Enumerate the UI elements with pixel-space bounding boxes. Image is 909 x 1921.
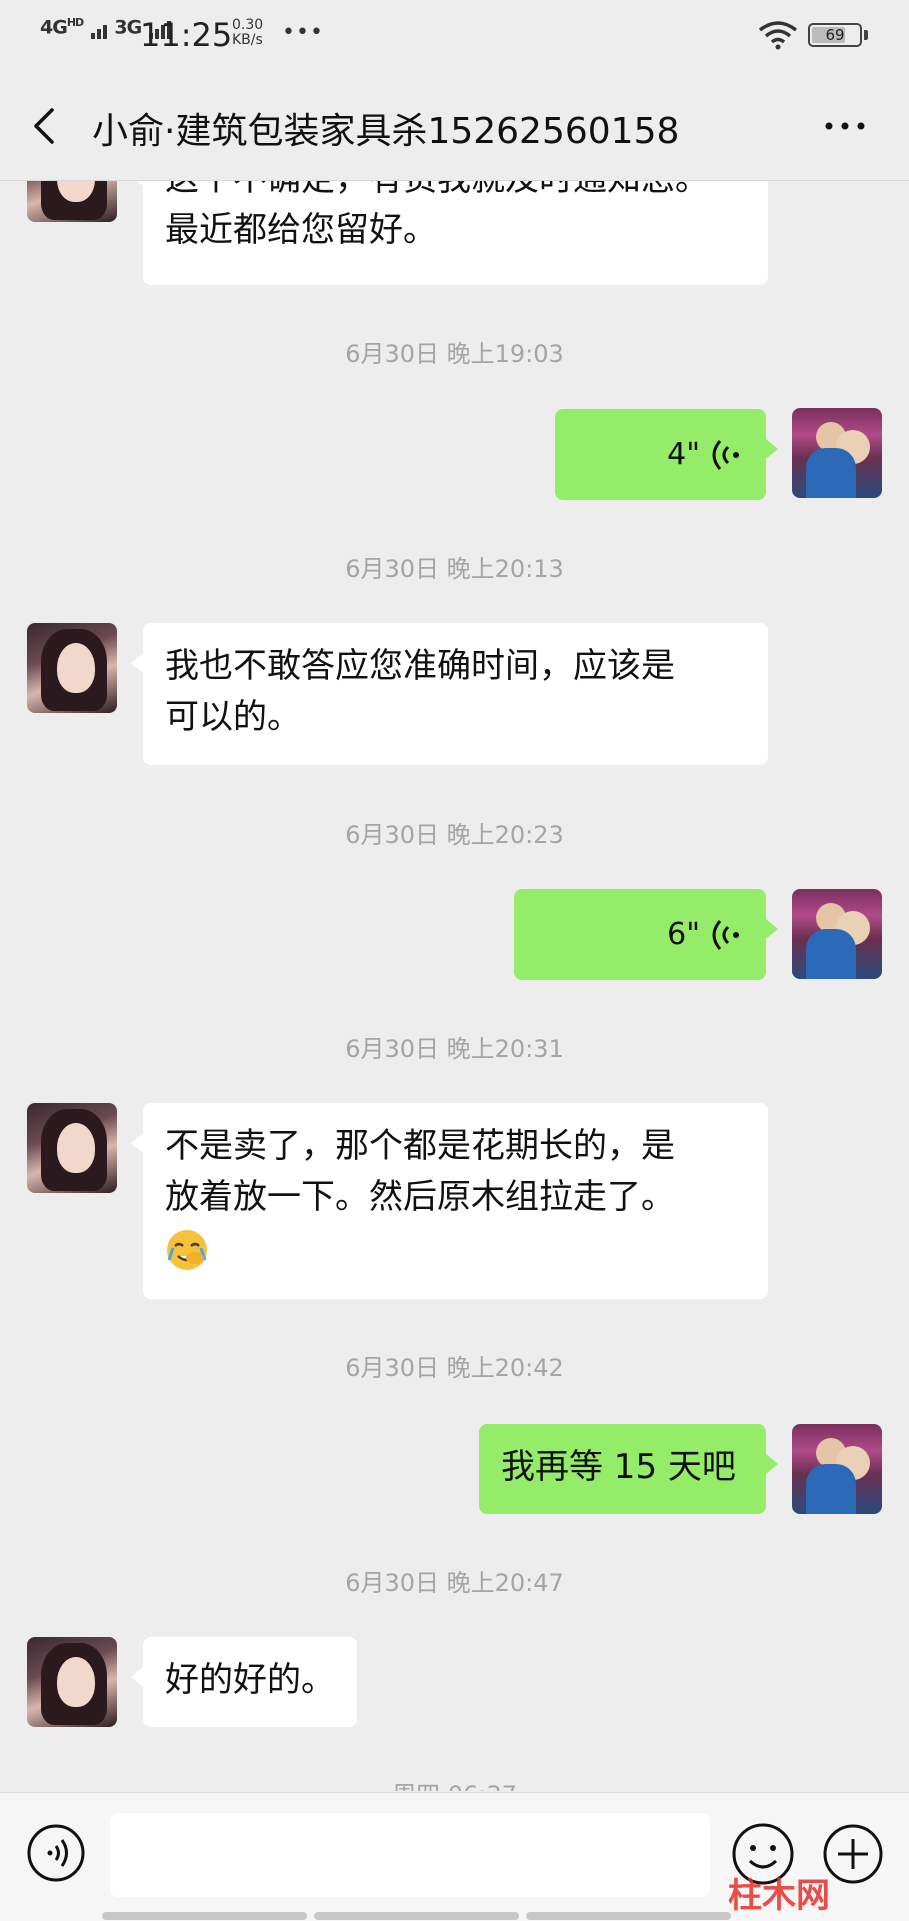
clock: 11:25 <box>140 16 233 54</box>
message-line: 不是卖了，那个都是花期长的，是 <box>165 1126 675 1166</box>
timestamp: 6月30日 晚上19:03 <box>345 340 564 368</box>
network-3g: 3G <box>114 16 142 39</box>
notification-dots: ••• <box>282 20 324 45</box>
chat-header: 小俞·建筑包装家具杀15262560158 <box>0 72 909 181</box>
my-avatar[interactable] <box>792 1424 882 1514</box>
nav-indicator <box>102 1912 307 1920</box>
voice-input-icon[interactable] <box>26 1823 86 1883</box>
timestamp: 6月30日 晚上20:31 <box>345 1035 564 1063</box>
facepalm-cry-emoji-icon <box>167 1229 207 1270</box>
battery-tip <box>864 30 868 40</box>
message-line: 我也不敢答应您准确时间，应该是 <box>165 646 675 686</box>
message-line: 最近都给您留好。 <box>165 210 437 250</box>
message-bubble[interactable]: 我再等 15 天吧 <box>479 1424 778 1514</box>
message-line: 放着放一下。然后原木组拉走了。 <box>165 1177 675 1217</box>
plus-icon[interactable] <box>822 1823 884 1885</box>
nav-indicator <box>314 1912 519 1920</box>
voice-message[interactable]: 6" <box>514 889 778 980</box>
voice-duration: 6" <box>667 917 700 952</box>
speed-unit: KB/s <box>232 32 263 48</box>
contact-avatar[interactable] <box>27 623 117 713</box>
nav-indicator <box>526 1912 731 1920</box>
message-bubble[interactable]: 这个不确定，有货我就及时通知您。 最近都给您留好。 <box>131 181 768 285</box>
my-avatar[interactable] <box>792 408 882 498</box>
timestamp: 6月30日 晚上20:13 <box>345 555 564 583</box>
more-dots-icon[interactable] <box>820 102 870 150</box>
network-speed: 0.30 KB/s <box>232 18 263 48</box>
signal-bars-icon <box>90 17 109 39</box>
battery-level: 69 <box>825 26 845 44</box>
speed-value: 0.30 <box>232 17 264 33</box>
wifi-icon <box>758 21 798 50</box>
network-hd: HD <box>66 16 84 29</box>
message-bubble[interactable]: 我也不敢答应您准确时间，应该是 可以的。 <box>131 623 768 765</box>
timestamp: 6月30日 晚上20:47 <box>345 1569 564 1597</box>
message-bubble[interactable]: 不是卖了，那个都是花期长的，是 放着放一下。然后原木组拉走了。 <box>131 1103 768 1299</box>
battery-icon: 69 <box>808 23 862 47</box>
message-line: 我再等 15 天吧 <box>501 1447 736 1487</box>
network-4g: 4G <box>40 16 68 39</box>
watermark: 柱木网 <box>728 1877 830 1915</box>
message-line: 可以的。 <box>165 697 301 737</box>
message-line: 好的好的。 <box>165 1660 335 1700</box>
voice-message[interactable]: 4" <box>555 409 778 500</box>
contact-avatar[interactable] <box>27 1637 117 1727</box>
voice-wave-icon <box>712 439 739 470</box>
contact-avatar[interactable] <box>27 1103 117 1193</box>
timestamp: 周四 06:37 <box>0 1775 909 1791</box>
voice-duration: 4" <box>667 437 700 472</box>
chat-title: 小俞·建筑包装家具杀15262560158 <box>92 111 680 152</box>
contact-avatar[interactable] <box>27 181 117 222</box>
status-bar: 4GHD 3G 11:25 0.30 KB/s ••• 69 <box>0 0 909 72</box>
message-input[interactable] <box>110 1813 710 1897</box>
timestamp: 6月30日 晚上20:23 <box>345 821 564 849</box>
timestamp: 6月30日 晚上20:42 <box>345 1354 564 1382</box>
message-list[interactable]: 这个不确定，有货我就及时通知您。 最近都给您留好。 6月30日 晚上19:03 … <box>0 181 909 1791</box>
back-arrow-icon[interactable] <box>22 102 70 150</box>
my-avatar[interactable] <box>792 889 882 979</box>
message-line: 这个不确定，有货我就及时通知您。 <box>165 181 746 205</box>
voice-wave-icon <box>712 919 739 950</box>
message-bubble[interactable]: 好的好的。 <box>131 1637 357 1727</box>
